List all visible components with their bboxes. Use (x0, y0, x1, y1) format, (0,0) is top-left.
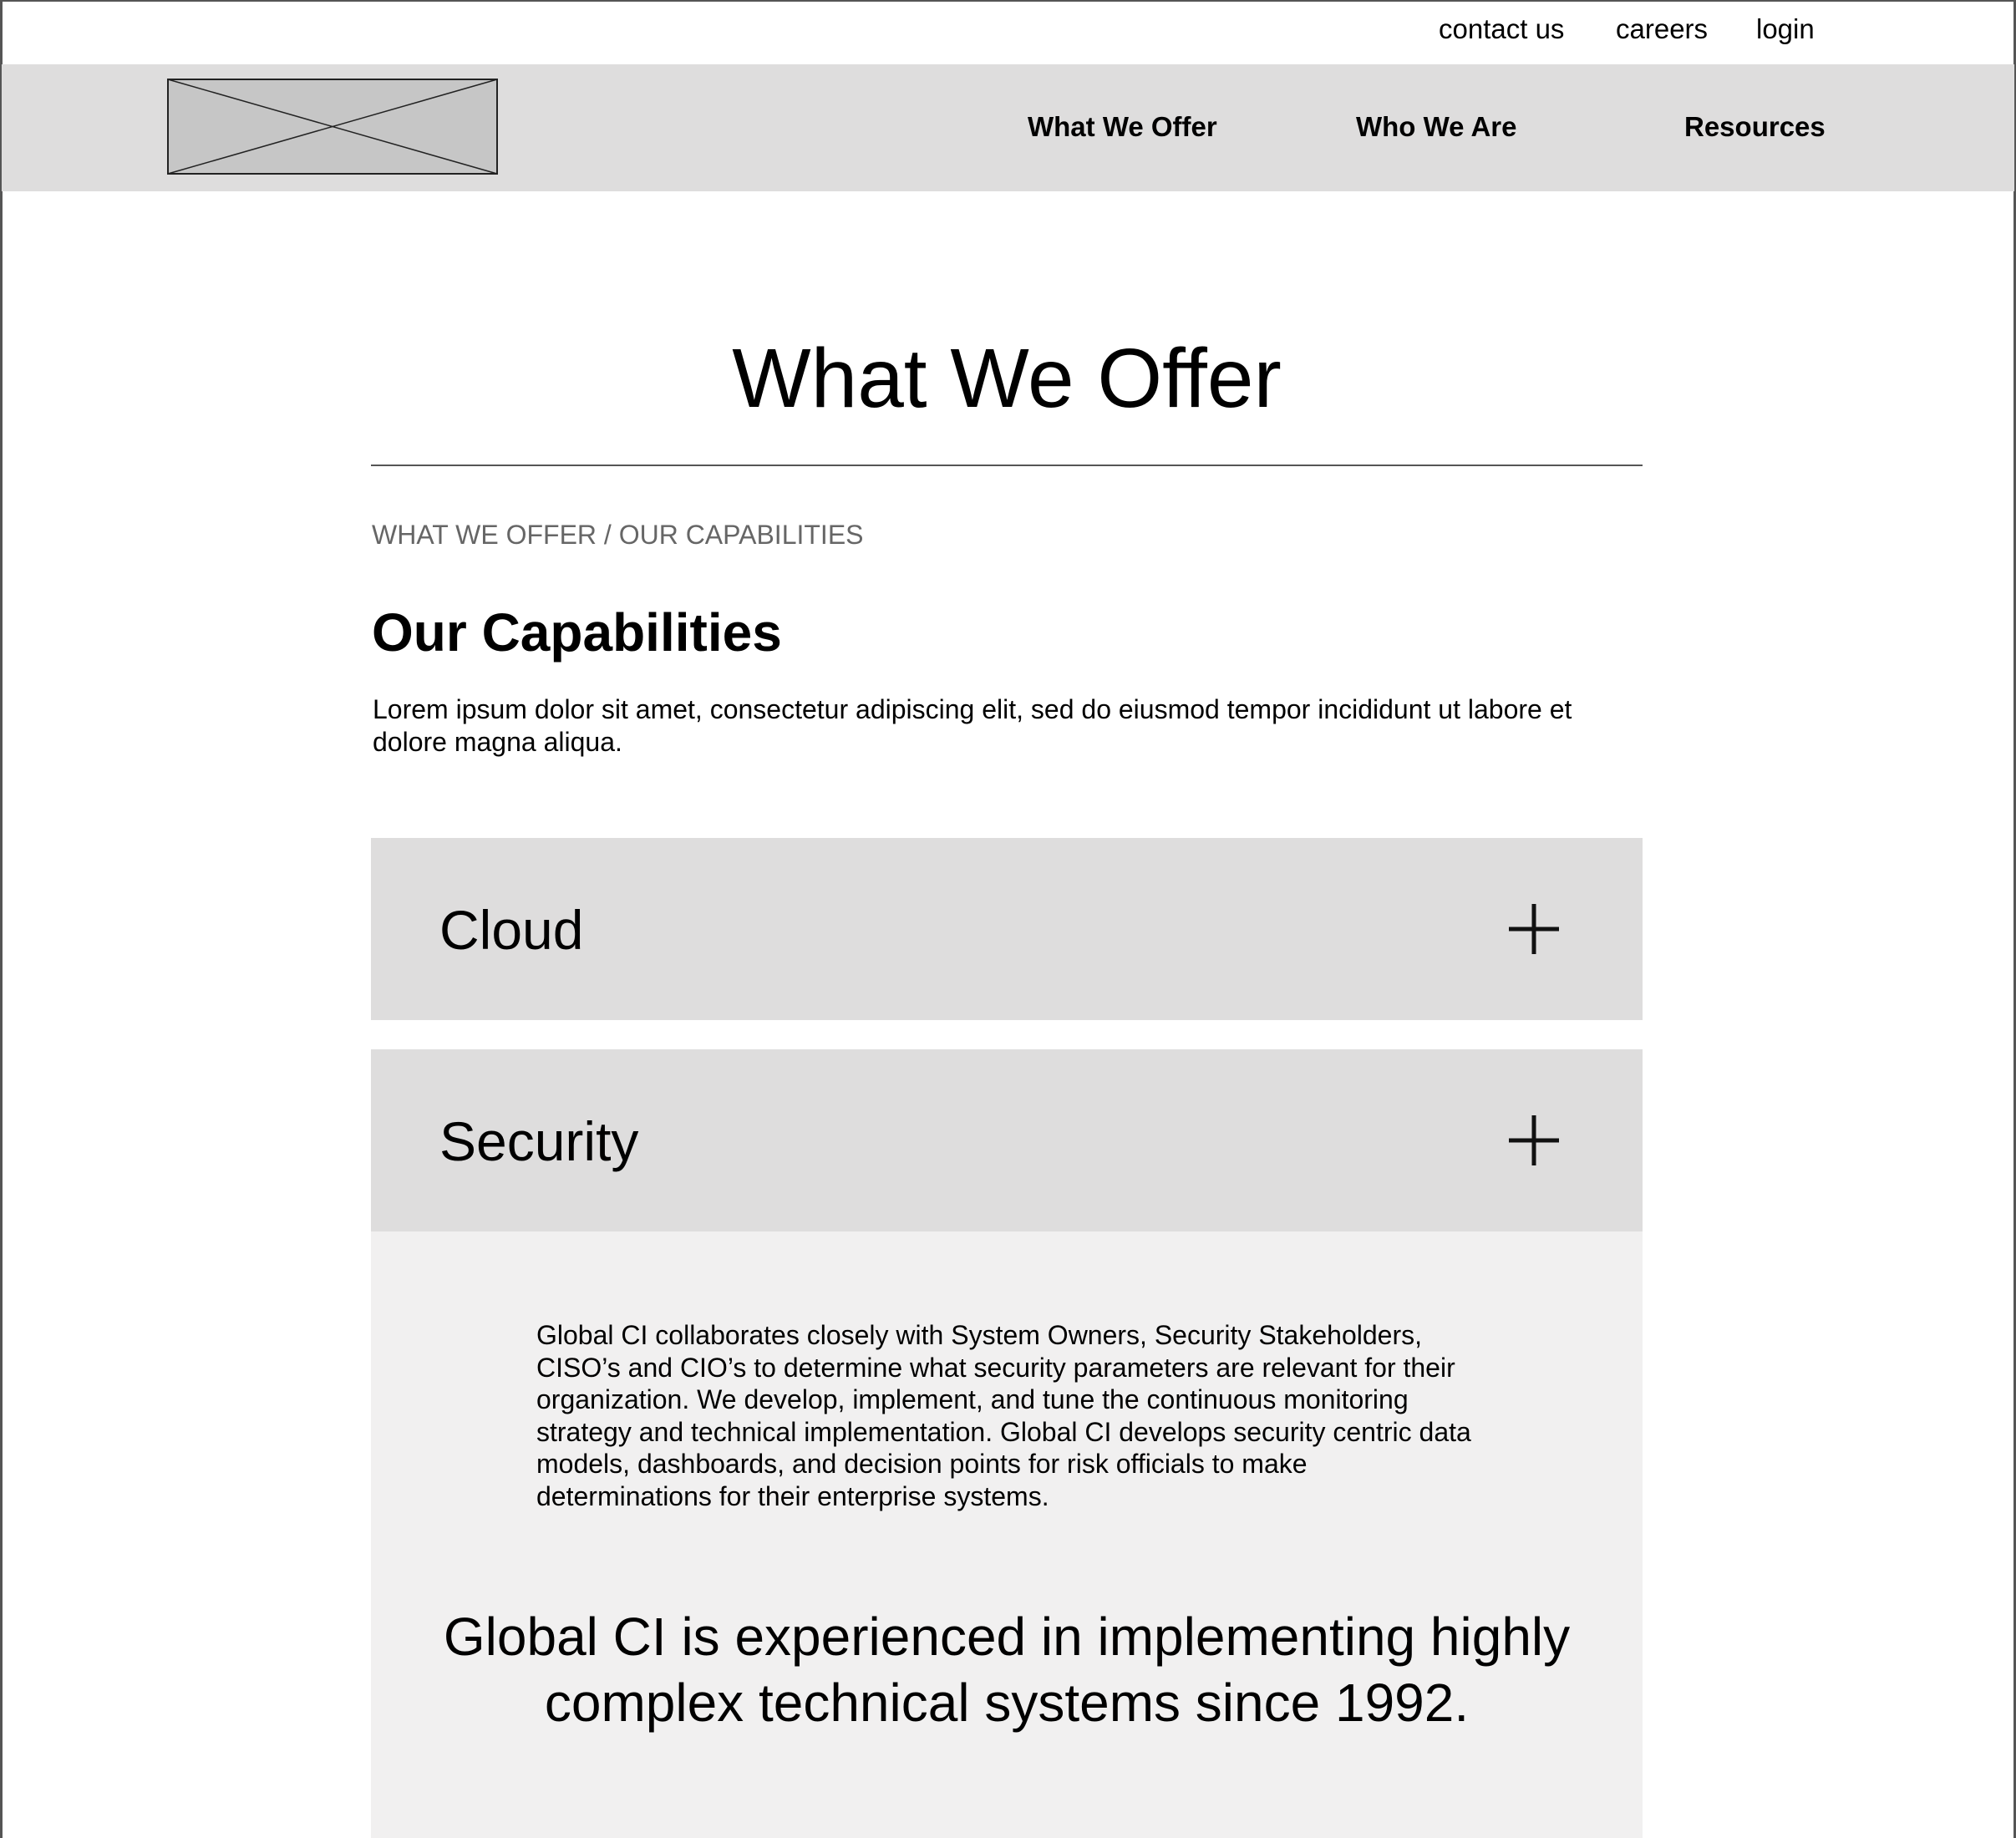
careers-link[interactable]: careers (1616, 13, 1708, 45)
intro-paragraph: Lorem ipsum dolor sit amet, consectetur … (373, 694, 1572, 757)
accordion-title-cloud: Cloud (439, 899, 584, 961)
utility-bar: contact us careers login (0, 0, 2016, 64)
contact-us-link[interactable]: contact us (1439, 13, 1564, 45)
breadcrumb-what-we-offer[interactable]: WHAT WE OFFER (372, 520, 597, 550)
plus-icon[interactable] (1507, 1114, 1561, 1167)
accordion-panel-security: Global CI collaborates closely with Syst… (371, 1231, 1643, 1838)
plus-icon[interactable] (1507, 902, 1561, 956)
nav-resources[interactable]: Resources (1684, 111, 1826, 143)
login-link[interactable]: login (1756, 13, 1815, 45)
nav-what-we-offer[interactable]: What We Offer (1028, 111, 1217, 143)
title-divider (371, 465, 1643, 466)
breadcrumb-separator: / (597, 520, 619, 550)
breadcrumb: WHAT WE OFFER / OUR CAPABILITIES (372, 520, 864, 551)
image-placeholder-icon (167, 79, 498, 175)
accordion-header-cloud[interactable]: Cloud (371, 838, 1643, 1020)
breadcrumb-our-capabilities: OUR CAPABILITIES (618, 520, 864, 550)
page-title: What We Offer (732, 332, 1282, 425)
security-description: Global CI collaborates closely with Syst… (536, 1320, 1471, 1511)
accordion-header-security[interactable]: Security (371, 1049, 1643, 1231)
security-callout: Global CI is experienced in implementing… (443, 1607, 1571, 1733)
nav-who-we-are[interactable]: Who We Are (1356, 111, 1517, 143)
section-heading: Our Capabilities (372, 602, 782, 663)
accordion-title-security: Security (439, 1110, 639, 1172)
logo[interactable] (167, 79, 498, 175)
